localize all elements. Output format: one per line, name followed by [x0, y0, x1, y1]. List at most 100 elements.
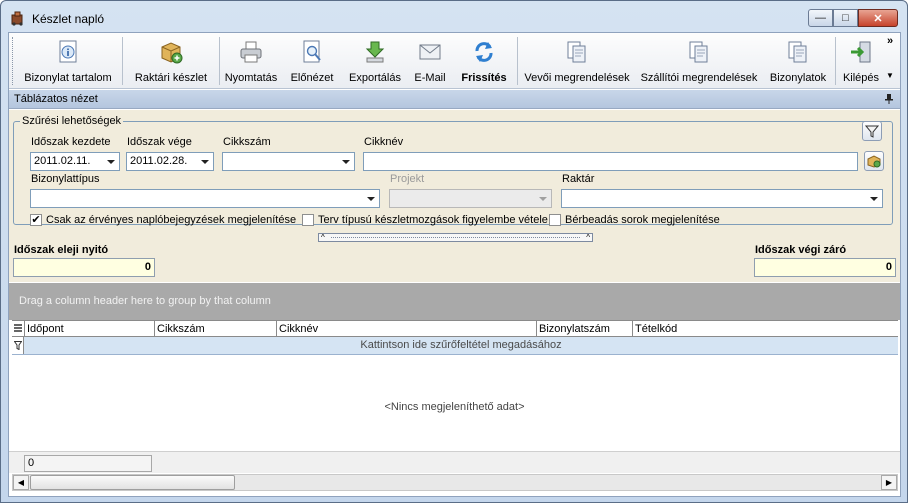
period-end-date-picker[interactable]: 2011.02.28.: [126, 152, 214, 171]
period-start-date-picker[interactable]: 2011.02.11.: [30, 152, 120, 171]
preview-button[interactable]: Előnézet: [288, 36, 336, 86]
filter-group-legend: Szűrési lehetőségek: [22, 115, 122, 127]
main-window: Készlet napló — □ ✕ Bizonylat tartalom R…: [0, 0, 908, 503]
table-view-title: Táblázatos nézet: [14, 93, 98, 105]
customer-orders-label: Vevői megrendelések: [524, 72, 630, 84]
period-end-label: Időszak vége: [127, 136, 192, 148]
auto-filter-row[interactable]: Kattintson ide szűrőfeltétel megadásához: [12, 337, 898, 355]
documents-button[interactable]: Bizonylatok: [766, 36, 830, 86]
refresh-label: Frissítés: [461, 72, 507, 84]
project-combo: [389, 189, 552, 208]
chevron-down-icon[interactable]: [866, 190, 882, 207]
window-title: Készlet napló: [32, 12, 105, 26]
opening-balance-field: 0: [13, 258, 155, 277]
overflow-chevron-icon: »: [886, 35, 894, 47]
export-button[interactable]: Exportálás: [345, 36, 405, 86]
close-button[interactable]: ✕: [858, 9, 898, 27]
planned-movements-label: Terv típusú készletmozgások figyelembe v…: [318, 214, 548, 226]
maximize-icon: □: [842, 12, 849, 24]
toolbar-separator: [835, 37, 836, 85]
scroll-left-icon[interactable]: ◀: [13, 475, 29, 490]
group-by-hint: Drag a column header here to group by th…: [19, 295, 271, 307]
filter-row-funnel-icon: [12, 337, 24, 354]
exit-button[interactable]: Kilépés: [840, 36, 882, 86]
documents-label: Bizonylatok: [769, 72, 827, 84]
column-chooser-icon[interactable]: [12, 321, 24, 337]
print-button[interactable]: Nyomtatás: [223, 36, 279, 86]
filter-area: Szűrési lehetőségek Időszak kezdete 2011…: [9, 110, 900, 282]
doc-type-label: Bizonylattípus: [31, 173, 100, 185]
filter-splitter[interactable]: ^ ^: [318, 233, 593, 242]
checkbox-box[interactable]: [302, 214, 314, 226]
data-grid: Drag a column header here to group by th…: [9, 283, 900, 496]
warehouse-combo[interactable]: [561, 189, 883, 208]
chevron-down-icon[interactable]: [363, 190, 379, 207]
export-label: Exportálás: [349, 72, 401, 84]
item-lookup-button[interactable]: [864, 151, 884, 171]
doc-type-combo[interactable]: [30, 189, 380, 208]
item-lookup-icon: [867, 155, 881, 168]
exit-label: Kilépés: [842, 72, 880, 84]
collapse-up-icon: ^: [586, 233, 590, 242]
minimize-button[interactable]: —: [808, 9, 833, 27]
chevron-down-icon[interactable]: [338, 153, 354, 170]
check-icon[interactable]: ✔: [30, 214, 42, 226]
export-icon: [365, 41, 385, 63]
closing-balance-field: 0: [754, 258, 896, 277]
rental-rows-checkbox[interactable]: Bérbeadás sorok megjelenítése: [549, 214, 720, 226]
stock-journal-app-icon: [11, 11, 23, 26]
column-header-row: Időpont Cikkszám Cikknév Bizonylatszám T…: [12, 320, 898, 337]
rental-rows-label: Bérbeadás sorok megjelenítése: [565, 214, 720, 226]
scroll-right-icon[interactable]: ▶: [881, 475, 897, 490]
close-icon: ✕: [873, 12, 883, 25]
column-header-line-code[interactable]: Tételkód: [632, 321, 898, 337]
project-label: Projekt: [390, 173, 425, 185]
planned-movements-checkbox[interactable]: Terv típusú készletmozgások figyelembe v…: [302, 214, 548, 226]
group-by-panel[interactable]: Drag a column header here to group by th…: [9, 283, 900, 320]
column-header-label: Cikkszám: [157, 323, 205, 335]
chevron-down-icon[interactable]: [197, 153, 213, 170]
column-header-label: Cikknév: [279, 323, 319, 335]
column-header-item-name[interactable]: Cikknév: [276, 321, 536, 337]
preview-label: Előnézet: [290, 72, 334, 84]
empty-grid-message: <Nincs megjeleníthető adat>: [384, 401, 525, 413]
grid-footer: 0: [9, 451, 900, 473]
document-content-label: Bizonylat tartalom: [24, 72, 112, 84]
filter-row-hint: Kattintson ide szűrőfeltétel megadásához: [360, 339, 562, 351]
printer-icon: [240, 41, 262, 63]
checkbox-box[interactable]: [549, 214, 561, 226]
toolbar-separator: [517, 37, 518, 85]
warehouse-stock-button[interactable]: Raktári készlet: [129, 36, 213, 86]
item-name-input[interactable]: [363, 152, 858, 171]
column-header-time[interactable]: Időpont: [24, 321, 154, 337]
column-header-item-code[interactable]: Cikkszám: [154, 321, 276, 337]
chevron-down-icon[interactable]: [103, 153, 119, 170]
column-header-doc-number[interactable]: Bizonylatszám: [536, 321, 632, 337]
funnel-icon: [865, 125, 879, 138]
documents-icon: [567, 41, 586, 63]
horizontal-scrollbar[interactable]: ◀ ▶: [12, 474, 898, 491]
period-end-value: 2011.02.28.: [130, 155, 188, 167]
opening-balance-label: Időszak eleji nyitó: [14, 244, 109, 256]
toolbar-overflow-button[interactable]: » ▼: [884, 35, 896, 80]
minimize-icon: —: [815, 12, 826, 24]
document-content-button[interactable]: Bizonylat tartalom: [21, 36, 115, 86]
column-header-label: Tételkód: [635, 323, 678, 335]
item-code-combo[interactable]: [222, 152, 355, 171]
toolbar-separator: [122, 37, 123, 85]
email-button[interactable]: E-Mail: [410, 36, 450, 86]
customer-orders-button[interactable]: Vevői megrendelések: [524, 36, 630, 86]
valid-entries-only-checkbox[interactable]: ✔ Csak az érvényes naplóbejegyzések megj…: [30, 214, 296, 226]
toolbar-grip[interactable]: [12, 37, 15, 85]
filter-button[interactable]: [862, 121, 882, 141]
toolbar: Bizonylat tartalom Raktári készlet Nyomt…: [9, 33, 900, 89]
chevron-down-icon: [535, 190, 551, 207]
closing-balance-label: Időszak végi záró: [755, 244, 847, 256]
opening-balance-value: 0: [144, 261, 151, 273]
maximize-button[interactable]: □: [833, 9, 858, 27]
supplier-orders-button[interactable]: Szállítói megrendelések: [640, 36, 758, 86]
refresh-button[interactable]: Frissítés: [456, 36, 512, 86]
warehouse-label: Raktár: [562, 173, 595, 185]
scrollbar-thumb[interactable]: [30, 475, 235, 490]
pin-icon[interactable]: [885, 94, 893, 104]
